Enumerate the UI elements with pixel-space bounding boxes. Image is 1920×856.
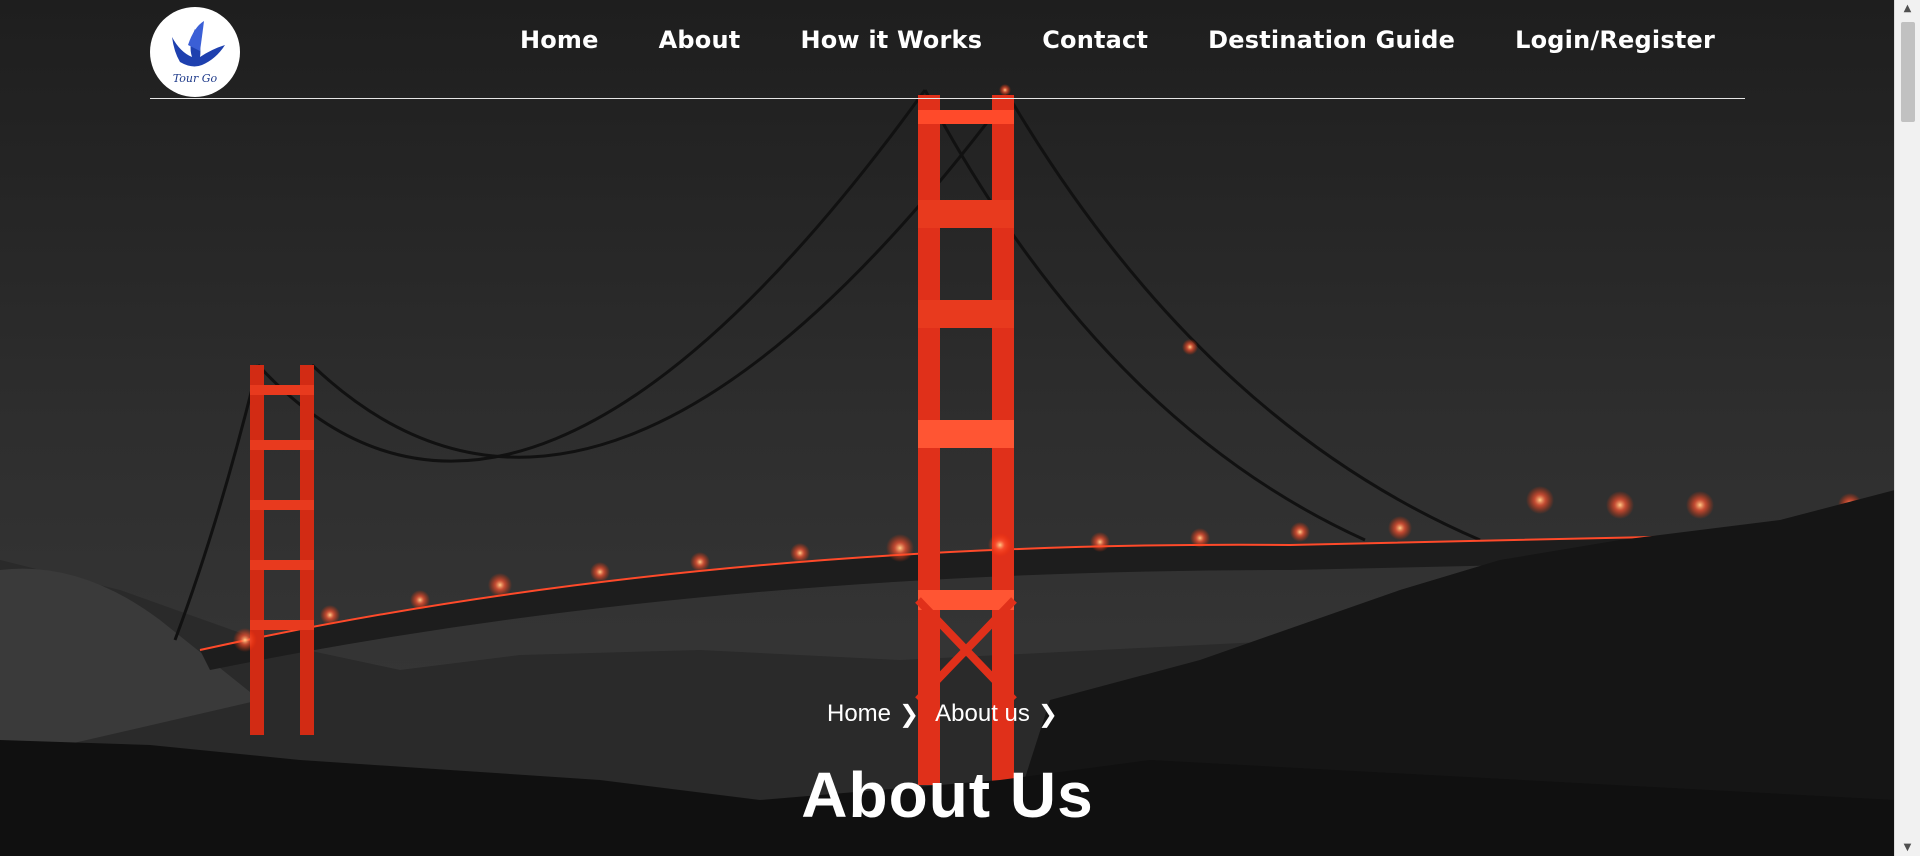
vertical-scrollbar[interactable]: ▲ ▼ (1894, 0, 1920, 856)
scrollbar-thumb[interactable] (1901, 22, 1915, 122)
breadcrumb-item-home[interactable]: Home ❯ (827, 700, 929, 728)
logo-text: Tour Go (172, 72, 218, 85)
chevron-right-icon: ❯ (1037, 700, 1058, 728)
nav-about[interactable]: About (659, 26, 741, 54)
nav-home[interactable]: Home (520, 26, 599, 54)
scroll-up-arrow-icon[interactable]: ▲ (1895, 0, 1920, 17)
nav-destination-guide[interactable]: Destination Guide (1208, 26, 1455, 54)
site-logo[interactable]: Tour Go (150, 7, 240, 97)
breadcrumb-home-label: Home (827, 700, 892, 727)
breadcrumb-about-label: About us (935, 700, 1030, 727)
page-title: About Us (801, 759, 1094, 831)
nav-how-it-works[interactable]: How it Works (800, 26, 982, 54)
top-navbar: Tour Go Home About How it Works Contact … (150, 0, 1745, 99)
scroll-down-arrow-icon[interactable]: ▼ (1895, 839, 1920, 856)
main-nav: Home About How it Works Contact Destinat… (520, 26, 1715, 54)
chevron-right-icon: ❯ (899, 700, 920, 728)
nav-login-register[interactable]: Login/Register (1515, 26, 1715, 54)
nav-contact[interactable]: Contact (1042, 26, 1148, 54)
breadcrumb-item-about: About us ❯ (935, 700, 1068, 728)
breadcrumb: Home ❯ About us ❯ (0, 700, 1895, 728)
